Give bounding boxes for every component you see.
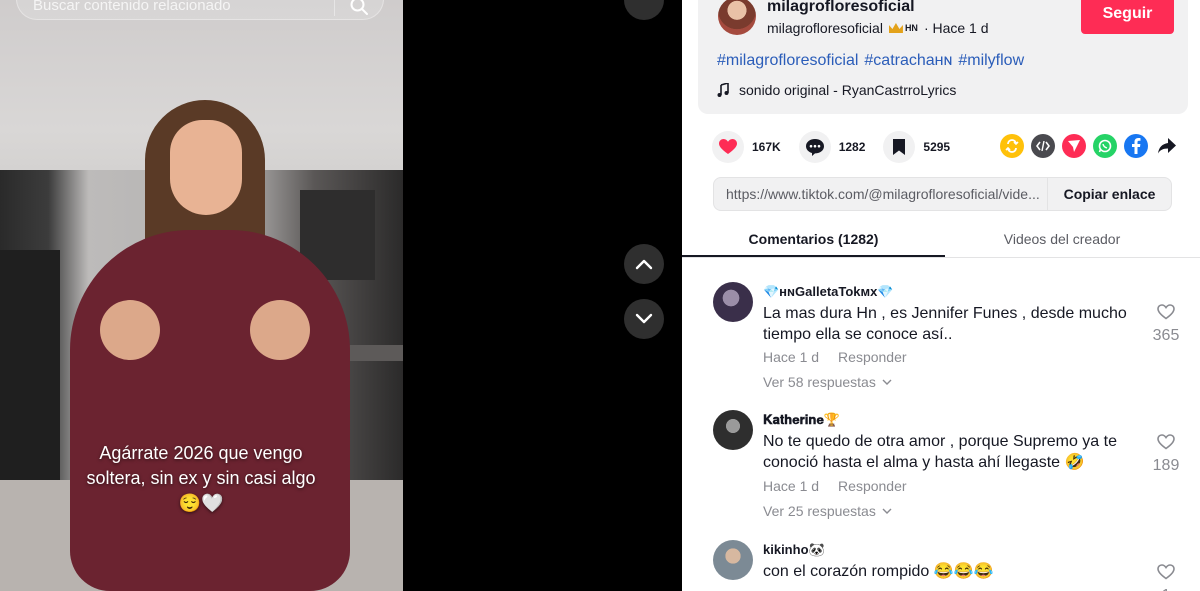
like-count: 167K bbox=[752, 140, 781, 154]
author-flag-text: HN bbox=[904, 23, 918, 33]
video-caption: Agárrate 2026 que vengo soltera, sin ex … bbox=[40, 441, 362, 516]
comment-like-count: 1 bbox=[1149, 587, 1183, 591]
share-link-box: https://www.tiktok.com/@milagrofloresofi… bbox=[713, 177, 1172, 211]
comment-icon[interactable] bbox=[798, 131, 831, 163]
next-video-button[interactable] bbox=[624, 299, 664, 339]
heart-outline-icon[interactable] bbox=[1157, 434, 1175, 450]
embed-icon[interactable] bbox=[1031, 134, 1055, 158]
crown-icon bbox=[888, 23, 903, 33]
music-note-icon bbox=[717, 83, 729, 97]
related-search-bar[interactable]: Buscar contenido relacionado bbox=[16, 0, 384, 20]
tab-creator-videos[interactable]: Videos del creador bbox=[945, 222, 1179, 257]
comment-text: No te quedo de otra amor , porque Suprem… bbox=[763, 433, 1117, 471]
subject-hand-right bbox=[250, 300, 310, 360]
video-link[interactable]: https://www.tiktok.com/@milagrofloresofi… bbox=[714, 186, 1047, 202]
comment-time: Hace 1 d bbox=[763, 478, 820, 494]
side-panel: milagrofloresoficial milagrofloresoficia… bbox=[682, 0, 1200, 591]
music-info[interactable]: sonido original - RyanCastrroLyrics bbox=[717, 82, 956, 98]
reply-button[interactable]: Responder bbox=[838, 478, 907, 494]
like-action[interactable]: 167K bbox=[712, 131, 781, 163]
comment-time: Hace 1 d bbox=[763, 349, 820, 365]
chevron-down-icon bbox=[882, 508, 892, 514]
previous-video-button[interactable] bbox=[624, 244, 664, 284]
follow-button[interactable]: Seguir bbox=[1081, 0, 1174, 34]
save-count: 5295 bbox=[923, 140, 951, 154]
copy-link-button[interactable]: Copiar enlace bbox=[1047, 178, 1171, 210]
hashtag-link[interactable]: #catrachaʜɴ bbox=[864, 52, 952, 70]
heart-icon[interactable] bbox=[712, 131, 744, 163]
video-area: Buscar contenido relacionado Agárrate 20… bbox=[0, 0, 682, 591]
caption-line-1: Agárrate 2026 que vengo bbox=[99, 443, 303, 463]
heart-outline-icon[interactable] bbox=[1157, 564, 1175, 580]
comment-meta: Hace 1 d Responder bbox=[763, 349, 907, 365]
author-badge: HN bbox=[888, 23, 918, 33]
heart-outline-icon[interactable] bbox=[1157, 304, 1175, 320]
related-search-placeholder[interactable]: Buscar contenido relacionado bbox=[17, 0, 334, 14]
video-subject bbox=[60, 100, 360, 591]
bookmark-icon[interactable] bbox=[883, 131, 916, 163]
save-action[interactable]: 5295 bbox=[883, 131, 950, 163]
comment-avatar[interactable] bbox=[713, 410, 753, 450]
author-nickname[interactable]: milagrofloresoficial bbox=[767, 20, 883, 36]
repost-icon[interactable] bbox=[1000, 134, 1024, 158]
chevron-up-icon bbox=[635, 259, 653, 270]
hashtag-list: #milagrofloresoficial #catrachaʜɴ #milyf… bbox=[717, 52, 1024, 70]
comment-meta: Hace 1 d Responder bbox=[763, 478, 907, 494]
chevron-down-icon bbox=[882, 379, 892, 385]
send-to-friends-icon[interactable] bbox=[1062, 134, 1086, 158]
view-replies-button[interactable]: Ver 25 respuestas bbox=[763, 503, 892, 519]
comment-count: 1282 bbox=[838, 140, 866, 154]
video-player[interactable]: Buscar contenido relacionado Agárrate 20… bbox=[0, 0, 403, 591]
subject-dress bbox=[70, 230, 350, 591]
share-arrow-icon[interactable] bbox=[1155, 134, 1179, 158]
comment-like[interactable]: 1 bbox=[1149, 564, 1183, 591]
share-icons bbox=[1000, 134, 1179, 158]
view-replies-button[interactable]: Ver 58 respuestas bbox=[763, 374, 892, 390]
previous-video-button-partial[interactable] bbox=[624, 0, 664, 20]
subject-hand-left bbox=[100, 300, 160, 360]
comment-like[interactable]: 365 bbox=[1149, 304, 1183, 345]
facebook-icon[interactable] bbox=[1124, 134, 1148, 158]
author-nickname-line: milagrofloresoficial HN · Hace 1 d bbox=[767, 20, 989, 36]
comment-text: La mas dura Hn , es Jennifer Funes , des… bbox=[763, 305, 1127, 343]
whatsapp-icon[interactable] bbox=[1093, 134, 1117, 158]
comment-like-count: 189 bbox=[1152, 457, 1180, 474]
reply-button[interactable]: Responder bbox=[838, 349, 907, 365]
comment-like[interactable]: 189 bbox=[1149, 434, 1183, 475]
author-time-ago: · Hace 1 d bbox=[923, 20, 989, 36]
caption-emoji: 😌🤍 bbox=[178, 493, 224, 513]
panel-tabs: Comentarios (1282) Videos del creador bbox=[682, 222, 1200, 258]
tab-comments[interactable]: Comentarios (1282) bbox=[682, 222, 945, 257]
hashtag-link[interactable]: #milyflow bbox=[958, 52, 1024, 70]
tiktok-video-page: Buscar contenido relacionado Agárrate 20… bbox=[0, 0, 1200, 591]
comment-like-count: 365 bbox=[1152, 327, 1180, 344]
comment-avatar[interactable] bbox=[713, 282, 753, 322]
view-replies-label[interactable]: Ver 58 respuestas bbox=[763, 374, 876, 390]
music-title[interactable]: sonido original - RyanCastrroLyrics bbox=[739, 82, 956, 98]
author-username[interactable]: milagrofloresoficial bbox=[767, 0, 915, 16]
caption-line-2: soltera, sin ex y sin casi algo bbox=[86, 468, 316, 488]
comment-username[interactable]: 💎ʜɴGalletaTokᴍx💎 bbox=[763, 284, 894, 300]
search-icon[interactable] bbox=[335, 0, 383, 19]
subject-face bbox=[170, 120, 242, 215]
chevron-down-icon bbox=[635, 313, 653, 324]
comment-avatar[interactable] bbox=[713, 540, 753, 580]
hashtag-link[interactable]: #milagrofloresoficial bbox=[717, 52, 858, 70]
comment-username[interactable]: 𝐊𝐚𝐭𝐡𝐞𝐫𝐢𝐧𝐞🏆 bbox=[763, 412, 840, 428]
comment-username[interactable]: kikinho🐼 bbox=[763, 542, 825, 558]
comment-text: con el corazón rompido 😂😂😂 bbox=[763, 563, 994, 580]
view-replies-label[interactable]: Ver 25 respuestas bbox=[763, 503, 876, 519]
comment-action[interactable]: 1282 bbox=[798, 131, 866, 163]
